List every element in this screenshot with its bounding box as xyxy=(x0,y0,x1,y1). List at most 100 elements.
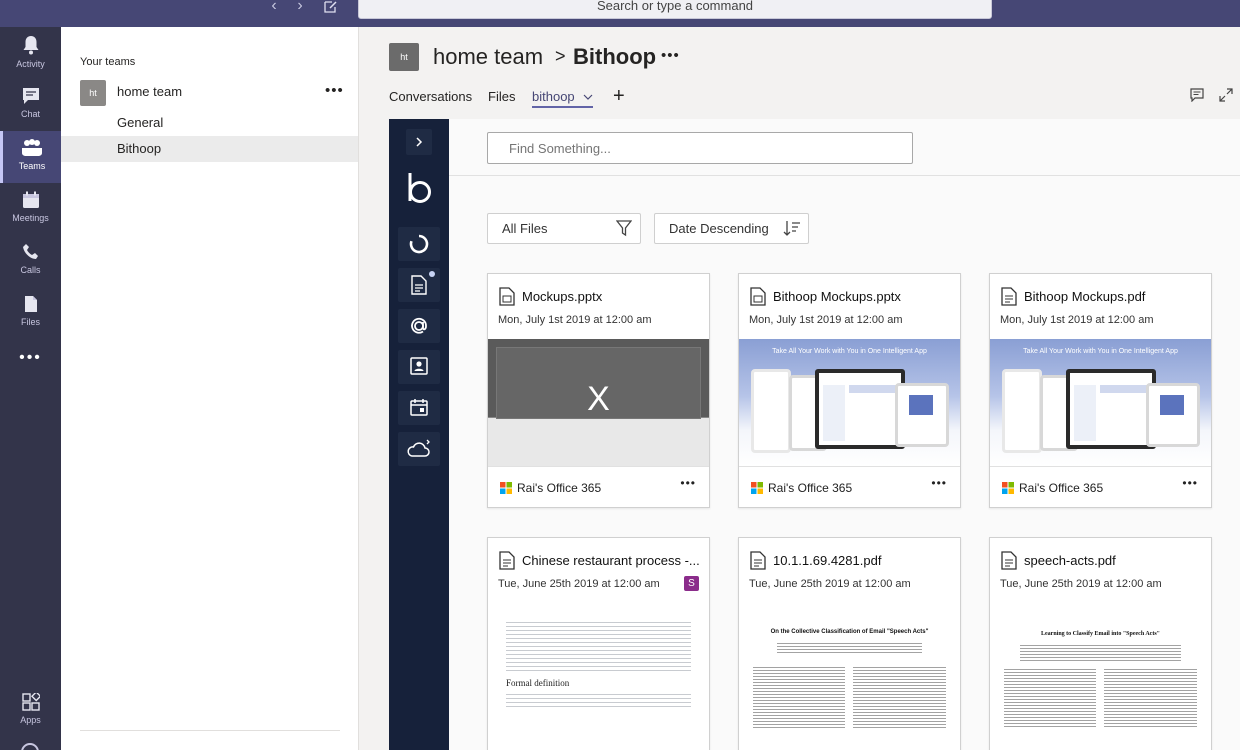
pdf-file-icon xyxy=(750,551,766,570)
rail-label: Apps xyxy=(20,715,41,725)
rail-chat[interactable]: Chat xyxy=(0,79,61,131)
file-card[interactable]: Mockups.pptx Mon, July 1st 2019 at 12:00… xyxy=(487,273,710,508)
channel-general[interactable]: General xyxy=(61,110,358,136)
contacts-button[interactable] xyxy=(398,350,440,384)
file-thumbnail: Take All Your Work with You in One Intel… xyxy=(739,339,960,466)
help-icon[interactable] xyxy=(21,743,39,750)
presentation-file-icon xyxy=(750,287,766,306)
filter-label: All Files xyxy=(502,221,548,236)
rail-meetings[interactable]: Meetings xyxy=(0,183,61,235)
sort-descending-icon xyxy=(783,221,800,236)
card-footer: Rai's Office 365 ••• xyxy=(488,466,709,507)
breadcrumb-team[interactable]: home team xyxy=(433,44,543,70)
file-thumbnail: Take All Your Work with You in One Intel… xyxy=(990,339,1211,466)
tab-files[interactable]: Files xyxy=(488,89,515,104)
card-more-options-icon[interactable]: ••• xyxy=(680,476,696,490)
filter-funnel-icon xyxy=(616,220,632,237)
file-thumbnail: On the Collective Classification of Emai… xyxy=(739,603,960,730)
add-tab-icon[interactable]: + xyxy=(613,85,625,108)
thumbnail-headline: Take All Your Work with You in One Intel… xyxy=(772,348,927,355)
file-thumbnail: Formal definition xyxy=(488,603,709,730)
rail-teams[interactable]: Teams xyxy=(0,131,61,183)
file-card[interactable]: speech-acts.pdf Tue, June 25th 2019 at 1… xyxy=(989,537,1212,750)
rail-apps[interactable]: Apps xyxy=(0,685,61,737)
thumbnail-heading: Formal definition xyxy=(506,678,570,688)
file-name[interactable]: Mockups.pptx xyxy=(522,289,702,304)
back-arrow-icon[interactable]: ‹ xyxy=(266,0,282,16)
file-filter-dropdown[interactable]: All Files xyxy=(487,213,641,244)
rail-calls[interactable]: Calls xyxy=(0,235,61,287)
channel-more-options-icon[interactable]: ••• xyxy=(661,47,680,64)
activity-ring-button[interactable] xyxy=(398,227,440,261)
team-avatar[interactable]: ht xyxy=(80,80,106,106)
file-source: Rai's Office 365 xyxy=(1019,481,1104,495)
bithoop-main: All Files Date Descending Mockups.pptx M… xyxy=(449,119,1240,750)
rail-label: Chat xyxy=(20,109,40,119)
command-search-input[interactable]: Search or type a command xyxy=(358,0,992,19)
email-button[interactable] xyxy=(398,309,440,343)
card-footer: Rai's Office 365 ••• xyxy=(990,466,1211,507)
title-bar: ‹ › Search or type a command xyxy=(0,0,1240,27)
rail-label: Teams xyxy=(18,161,46,171)
sway-badge-icon: S xyxy=(684,576,699,591)
documents-button[interactable] xyxy=(398,268,440,302)
thumbnail-headline: Take All Your Work with You in One Intel… xyxy=(1023,348,1178,355)
card-footer: Rai's Office 365 ••• xyxy=(739,466,960,507)
pdf-file-icon xyxy=(1001,287,1017,306)
tab-label: bithoop xyxy=(532,89,575,104)
document-file-icon xyxy=(499,551,515,570)
file-card[interactable]: 10.1.1.69.4281.pdf Tue, June 25th 2019 a… xyxy=(738,537,961,750)
tab-bithoop[interactable]: bithoop xyxy=(532,89,594,108)
calendar-button[interactable] xyxy=(398,391,440,425)
file-thumbnail: Learning to Classify Email into "Speech … xyxy=(990,603,1211,730)
team-name[interactable]: home team xyxy=(117,84,182,99)
ring-icon xyxy=(409,234,429,254)
chevron-down-icon xyxy=(583,94,593,100)
microsoft-logo-icon xyxy=(751,482,763,494)
thumbnail-placeholder-label: X xyxy=(587,380,610,418)
card-more-options-icon[interactable]: ••• xyxy=(931,476,947,490)
file-name[interactable]: speech-acts.pdf xyxy=(1024,553,1204,568)
file-card[interactable]: Chinese restaurant process -... Tue, Jun… xyxy=(487,537,710,750)
microsoft-logo-icon xyxy=(1002,482,1014,494)
conversation-icon[interactable] xyxy=(1190,88,1206,104)
channel-header: ht home team > Bithoop ••• Conversations… xyxy=(359,27,1240,119)
bithoop-app: All Files Date Descending Mockups.pptx M… xyxy=(389,119,1240,750)
apps-icon xyxy=(21,693,40,711)
expand-icon[interactable] xyxy=(1219,88,1235,104)
rail-activity[interactable]: Activity xyxy=(0,27,61,79)
file-name[interactable]: Chinese restaurant process -... xyxy=(522,553,702,568)
file-card[interactable]: Bithoop Mockups.pdf Mon, July 1st 2019 a… xyxy=(989,273,1212,508)
file-name[interactable]: Bithoop Mockups.pdf xyxy=(1024,289,1204,304)
sidebar-expand-button[interactable] xyxy=(406,129,432,155)
thumbnail-heading: Learning to Classify Email into "Speech … xyxy=(1041,631,1160,637)
file-source: Rai's Office 365 xyxy=(768,481,853,495)
app-rail: Activity Chat Teams Meetings Calls Files… xyxy=(0,27,61,750)
file-date: Tue, June 25th 2019 at 12:00 am xyxy=(1000,578,1162,590)
calendar-icon xyxy=(410,399,428,416)
file-name[interactable]: Bithoop Mockups.pptx xyxy=(773,289,953,304)
cloud-icon xyxy=(407,439,430,457)
file-name[interactable]: 10.1.1.69.4281.pdf xyxy=(773,553,953,568)
panel-heading: Your teams xyxy=(80,56,136,68)
team-more-options-icon[interactable]: ••• xyxy=(325,82,344,99)
find-something-input[interactable] xyxy=(487,132,913,164)
channel-bithoop[interactable]: Bithoop xyxy=(61,136,358,162)
compose-icon[interactable] xyxy=(324,0,338,18)
cloud-button[interactable] xyxy=(398,432,440,466)
forward-arrow-icon[interactable]: › xyxy=(292,0,308,16)
calendar-icon xyxy=(22,191,39,208)
bell-icon xyxy=(23,36,38,55)
card-more-options-icon[interactable]: ••• xyxy=(1182,476,1198,490)
notification-dot xyxy=(429,271,435,277)
at-sign-icon xyxy=(411,317,427,334)
rail-files[interactable]: Files xyxy=(0,287,61,339)
sort-label: Date Descending xyxy=(669,221,769,236)
sort-dropdown[interactable]: Date Descending xyxy=(654,213,809,244)
file-date: Tue, June 25th 2019 at 12:00 am xyxy=(498,578,660,590)
rail-label: Activity xyxy=(16,59,45,69)
tab-conversations[interactable]: Conversations xyxy=(389,89,472,104)
contact-card-icon xyxy=(410,357,428,375)
file-card[interactable]: Bithoop Mockups.pptx Mon, July 1st 2019 … xyxy=(738,273,961,508)
more-apps-icon[interactable]: ••• xyxy=(0,349,61,379)
